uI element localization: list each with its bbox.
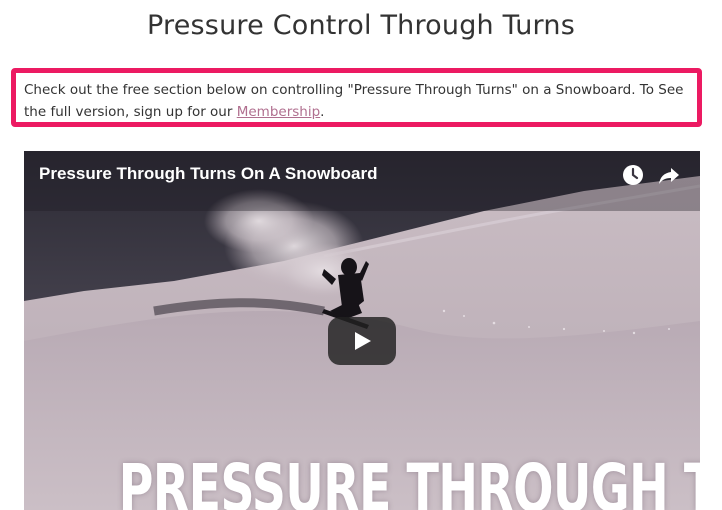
membership-notice: Check out the free section below on cont… xyxy=(11,68,702,127)
share-arrow-icon[interactable] xyxy=(657,163,681,187)
page-title: Pressure Control Through Turns xyxy=(147,10,575,41)
notice-text-end: . xyxy=(320,104,325,120)
play-icon xyxy=(355,332,371,350)
video-title[interactable]: Pressure Through Turns On A Snowboard xyxy=(39,163,377,185)
clock-icon[interactable] xyxy=(621,163,645,187)
notice-text: Check out the free section below on cont… xyxy=(24,82,684,120)
membership-link[interactable]: Membership xyxy=(237,104,320,120)
thumbnail-overlay-text: PRESSURE THROUGH TURNS xyxy=(118,450,700,510)
video-player[interactable]: Pressure Through Turns On A Snowboard PR… xyxy=(24,151,700,510)
play-button[interactable] xyxy=(328,317,396,365)
